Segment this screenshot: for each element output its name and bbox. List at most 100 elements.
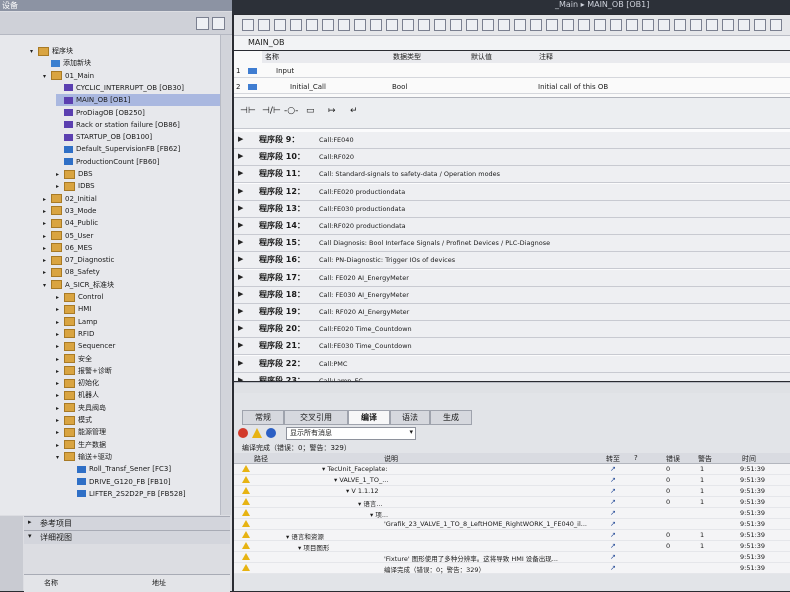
tree-item[interactable]: MAIN_OB [OB1] xyxy=(56,94,220,107)
expand-arrow-icon[interactable]: ▸ xyxy=(43,267,51,279)
toolbar-button-icon[interactable] xyxy=(306,19,318,31)
toolbar-button-icon[interactable] xyxy=(642,19,654,31)
warning-filter-icon[interactable] xyxy=(252,428,262,438)
tree-item[interactable]: ▸ 夹具阀岛 xyxy=(56,402,220,414)
message-row[interactable]: ▾ TecUnit_Faceplate: ↗ 0 1 9:51:39 xyxy=(234,464,790,475)
tree-item[interactable]: DRIVE_G120_FB [FB10] xyxy=(69,476,220,488)
network-row[interactable]: ▶ 程序段 20： Call:FE020 Time_Countdown xyxy=(234,321,790,339)
network-row[interactable]: ▶ 程序段 21： Call:FE030 Time_Countdown xyxy=(234,338,790,356)
network-comment[interactable]: Call: FE030 AI_EnergyMeter xyxy=(319,291,409,299)
collapse-arrow-icon[interactable]: ▾ xyxy=(43,71,51,83)
tree-item[interactable]: ▸ 08_Safety xyxy=(43,266,220,278)
expand-arrow-icon[interactable]: ▸ xyxy=(56,390,64,402)
collapse-arrow-icon[interactable]: ▾ xyxy=(43,280,51,292)
message-header-cell[interactable]: 路径 xyxy=(254,454,268,464)
expand-arrow-icon[interactable]: ▸ xyxy=(56,317,64,329)
expand-arrow-icon[interactable]: ▶ xyxy=(238,376,243,381)
message-filter-select[interactable]: 显示所有消息 ▾ xyxy=(286,427,416,440)
expand-arrow-icon[interactable]: ▸ xyxy=(43,194,51,206)
toolbar-button-icon[interactable] xyxy=(418,19,430,31)
expand-arrow-icon[interactable]: ▸ xyxy=(43,231,51,243)
expand-arrow-icon[interactable]: ▸ xyxy=(43,206,51,218)
tree-item[interactable]: ▸ 04_Public xyxy=(43,217,220,229)
tree-item[interactable]: ▸ 07_Diagnostic xyxy=(43,254,220,266)
expand-arrow-icon[interactable]: ▸ xyxy=(56,378,64,390)
goto-icon[interactable]: ↗ xyxy=(610,520,616,528)
message-header-cell[interactable]: 错误 xyxy=(666,454,680,464)
toolbar-button-icon[interactable] xyxy=(482,19,494,31)
tree-item[interactable]: ▸ IDBS xyxy=(56,180,220,192)
goto-icon[interactable]: ↗ xyxy=(610,487,616,495)
expand-arrow-icon[interactable]: ▶ xyxy=(238,359,243,367)
expand-arrow-icon[interactable]: ▸ xyxy=(43,243,51,255)
expand-arrow-icon[interactable]: ▸ xyxy=(56,427,64,439)
tree-item[interactable]: ▸ RFID xyxy=(56,328,220,340)
expand-arrow-icon[interactable]: ▶ xyxy=(238,187,243,195)
network-comment[interactable]: Call: PN-Diagnostic: Trigger IOs of devi… xyxy=(319,256,455,264)
toolbar-button-icon[interactable] xyxy=(738,19,750,31)
expand-arrow-icon[interactable]: ▸ xyxy=(56,341,64,353)
expand-arrow-icon[interactable]: ▶ xyxy=(238,324,243,332)
lad-element-icon[interactable]: ▭ xyxy=(306,106,315,116)
interface-cell-comment[interactable]: Initial call of this OB xyxy=(538,81,608,93)
toolbar-button-icon[interactable] xyxy=(402,19,414,31)
expand-arrow-icon[interactable]: ▶ xyxy=(238,221,243,229)
toolbar-button-icon[interactable] xyxy=(626,19,638,31)
message-row[interactable]: 'Fixture' 图形使用了多种分辨率。这将导致 HMI 设备出现... ↗ 9:… xyxy=(234,552,790,563)
expand-arrow-icon[interactable]: ▸ xyxy=(56,415,64,427)
network-row[interactable]: ▶ 程序段 15： Call Diagnosis: Bool Interface S… xyxy=(234,235,790,253)
message-row[interactable]: ▾ 项目图形 ↗ 0 1 9:51:39 xyxy=(234,541,790,552)
network-row[interactable]: ▶ 程序段 9： Call:FE040 xyxy=(234,132,790,149)
network-comment[interactable]: Call:FE020 productiondata xyxy=(319,188,405,196)
toolbar-button-icon[interactable] xyxy=(322,19,334,31)
network-row[interactable]: ▶ 程序段 14： Call:RF020 productiondata xyxy=(234,218,790,235)
tree-item[interactable]: ▸ 安全 xyxy=(56,353,220,365)
goto-icon[interactable]: ↗ xyxy=(610,509,616,517)
view-toggle-icon[interactable] xyxy=(196,17,209,30)
toolbar-button-icon[interactable] xyxy=(674,19,686,31)
toolbar-button-icon[interactable] xyxy=(610,19,622,31)
network-row[interactable]: ▶ 程序段 13： Call:FE030 productiondata xyxy=(234,200,790,218)
toolbar-button-icon[interactable] xyxy=(466,19,478,31)
expand-arrow-icon[interactable]: ▶ xyxy=(238,307,243,315)
expand-arrow-icon[interactable]: ▶ xyxy=(238,255,243,263)
network-row[interactable]: ▶ 程序段 16： Call: PN-Diagnostic: Trigger IOs… xyxy=(234,252,790,270)
tree-item[interactable]: ▸ 模式 xyxy=(56,414,220,426)
network-comment[interactable]: Call:FE030 productiondata xyxy=(319,205,405,213)
interface-row[interactable]: 2 Initial_Call Bool Initial call of this OB xyxy=(234,81,790,94)
goto-icon[interactable]: ↗ xyxy=(610,542,616,550)
tree-item[interactable]: Rack or station failure [OB86] xyxy=(56,119,220,131)
expand-arrow-icon[interactable]: ▸ xyxy=(56,354,64,366)
toolbar-button-icon[interactable] xyxy=(274,19,286,31)
lad-element-icon[interactable]: ↦ xyxy=(328,106,336,116)
error-filter-icon[interactable] xyxy=(238,428,248,438)
message-row[interactable]: 'Grafik_23_VALVE_1_TO_8_LeftHOME_RightWO… xyxy=(234,519,790,530)
inspector-tab[interactable]: 编译 xyxy=(348,410,390,425)
expand-arrow-icon[interactable]: ▶ xyxy=(238,273,243,281)
network-row[interactable]: ▶ 程序段 22： Call:PMC xyxy=(234,355,790,373)
toolbar-button-icon[interactable] xyxy=(546,19,558,31)
message-row[interactable]: ▾ 项... ↗ 9:51:39 xyxy=(234,508,790,519)
expand-arrow-icon[interactable]: ▶ xyxy=(238,135,243,143)
tree-item[interactable]: ▾ 程序块 xyxy=(30,45,220,57)
expand-arrow-icon[interactable]: ▸ xyxy=(43,255,51,267)
toolbar-button-icon[interactable] xyxy=(594,19,606,31)
expand-arrow-icon[interactable]: ▸ xyxy=(56,366,64,378)
network-comment[interactable]: Call:FE020 Time_Countdown xyxy=(319,325,412,333)
network-row[interactable]: ▶ 程序段 18： Call: FE030 AI_EnergyMeter xyxy=(234,286,790,304)
toolbar-button-icon[interactable] xyxy=(386,19,398,31)
tree-scrollbar[interactable] xyxy=(220,35,231,515)
tree-item[interactable]: ▸ 生产数据 xyxy=(56,439,220,451)
message-row[interactable]: 编译完成（错误：0；警告：329） ↗ 9:51:39 xyxy=(234,563,790,574)
tree-item[interactable]: ▸ Control xyxy=(56,291,220,303)
goto-icon[interactable]: ↗ xyxy=(610,531,616,539)
tree-item[interactable]: ▸ 06_MES xyxy=(43,242,220,254)
message-row[interactable]: ▾ VALVE_1_TO_... ↗ 0 1 9:51:39 xyxy=(234,475,790,486)
lad-element-icon[interactable]: ↵ xyxy=(350,106,358,116)
message-header-cell[interactable]: 时间 xyxy=(742,454,756,464)
tree-item[interactable]: ▸ 03_Mode xyxy=(43,205,220,217)
network-comment[interactable]: Call: FE020 AI_EnergyMeter xyxy=(319,274,409,282)
interface-cell-name[interactable]: Input xyxy=(276,65,294,77)
message-header-cell[interactable]: ? xyxy=(634,454,638,462)
toolbar-button-icon[interactable] xyxy=(434,19,446,31)
